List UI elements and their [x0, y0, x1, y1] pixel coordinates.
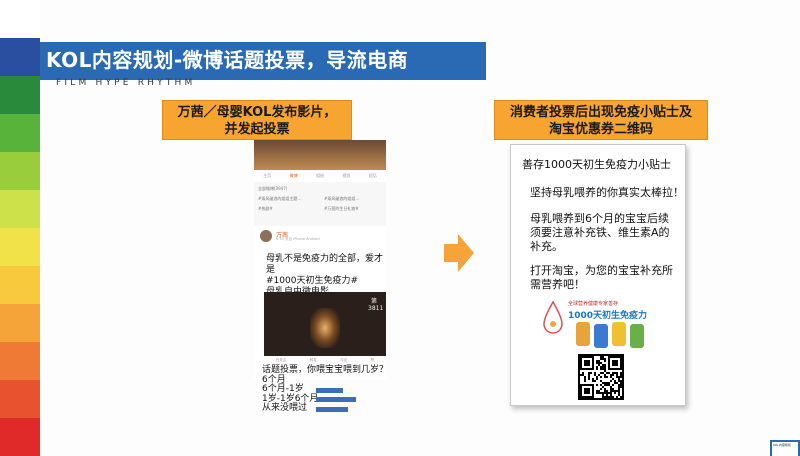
product-bottle-icon — [630, 324, 644, 348]
milk-drop-icon — [543, 300, 563, 334]
feed-line: 全部微博(3947) — [258, 186, 288, 191]
feed-line: #万茜的生日礼物# — [324, 206, 359, 211]
poll-bar — [316, 397, 357, 402]
tab-album: 相册 — [315, 173, 324, 178]
post-action-bar: 已关注 转发 评论 赞 — [264, 356, 386, 364]
color-stripe — [0, 418, 40, 456]
tip-text: 母乳喂养到6个月的宝宝后续 须要注意补充铁、维生素A的 补充。 — [530, 212, 670, 253]
product-bottle-icon — [594, 324, 608, 348]
tip-title: 善存1000天初生免疫力小贴士 — [522, 158, 671, 171]
tab-home: 主页 — [263, 173, 272, 178]
feed-line: #乘风破浪的姐姐... — [324, 196, 360, 201]
tip-text: 坚持母乳喂养的你真实太棒拉！ — [530, 186, 684, 199]
tab-weibo: 微博 — [289, 173, 298, 178]
color-stripe — [0, 152, 40, 190]
color-stripe — [0, 228, 40, 266]
color-stripe — [0, 0, 40, 38]
product-promo-image: 全球营养健康专家善存 1000天初生免疫力 — [536, 294, 660, 354]
tip-text: 打开淘宝，为您的宝宝补充所 需营养吧！ — [530, 264, 673, 291]
thumbnail-text: KOL内容规划 — [772, 442, 798, 456]
color-stripe — [0, 38, 40, 76]
avatar — [260, 230, 272, 242]
arrow-right-icon — [444, 234, 474, 272]
video-player: 第3811 — [264, 292, 386, 356]
feed-line: #乘风破浪的姐姐主题... — [258, 196, 302, 201]
left-header-box: 万茜／母婴KOL发布影片， 并发起投票 — [162, 100, 352, 140]
color-stripe — [0, 76, 40, 114]
profile-cover-image — [254, 140, 386, 170]
right-header-box: 消费者投票后出现免疫小贴士及 淘宝优惠券二维码 — [494, 100, 708, 140]
video-caption: 第3811 — [368, 298, 384, 312]
color-stripe — [0, 266, 40, 304]
color-stripe — [0, 380, 40, 418]
promo-title: 全球营养健康专家善存 — [568, 301, 619, 307]
comment-action: 评论 — [340, 357, 348, 362]
slide-thumbnail: KOL内容规划 — [770, 440, 800, 456]
color-stripe — [0, 114, 40, 152]
repost-action: 转发 — [309, 357, 317, 362]
promo-number: 1000天初生免疫力 — [568, 311, 648, 321]
color-stripe — [0, 190, 40, 228]
color-stripe — [0, 304, 40, 342]
slide-subtitle: FILM HYPE RHYTHM — [56, 78, 196, 88]
qr-code-icon[interactable] — [578, 354, 624, 400]
feed-line: #热剧# — [258, 206, 273, 211]
like-action: 赞 — [370, 357, 375, 362]
product-bottle-icon — [612, 322, 626, 346]
poll-bar — [316, 406, 348, 412]
product-bottle-icon — [576, 322, 590, 346]
slide: KOL内容规划-微博话题投票，导流电商 FILM HYPE RHYTHM 万茜／… — [0, 0, 800, 456]
color-stripe — [0, 342, 40, 380]
poll-bar — [316, 387, 344, 393]
color-stripes — [0, 0, 40, 456]
tab-video: 视频 — [342, 173, 351, 178]
video-frame — [310, 308, 340, 348]
tab-super-topic: 超话 — [368, 173, 377, 178]
follow-action: 已关注 — [275, 357, 287, 362]
slide-title: KOL内容规划-微博话题投票，导流电商 — [46, 48, 409, 72]
right-header-text: 消费者投票后出现免疫小贴士及 淘宝优惠券二维码 — [509, 105, 692, 137]
profile-tabs: 主页 微博 相册 视频 超话 — [254, 170, 386, 182]
user-meta: 6-10 来自 iPhone Android — [276, 237, 320, 241]
left-header-text: 万茜／母婴KOL发布影片， 并发起投票 — [177, 105, 337, 137]
